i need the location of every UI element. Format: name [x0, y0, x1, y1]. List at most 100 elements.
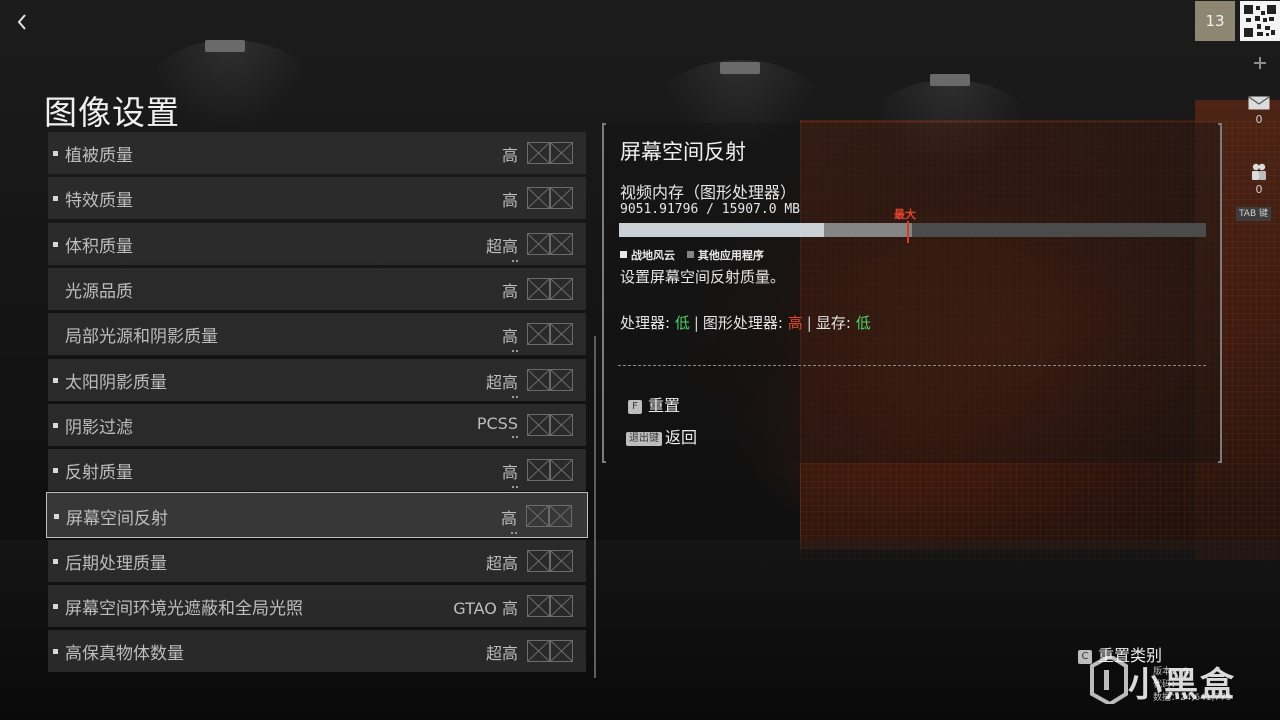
impact-vram-value: 低: [855, 314, 871, 332]
vram-legend: 战地风云 其他应用程序: [620, 247, 772, 263]
modified-indicator: [53, 468, 58, 474]
setting-label: 局部光源和阴影质量: [65, 327, 218, 348]
setting-arrows[interactable]: [527, 187, 573, 210]
setting-value: 高: [501, 146, 518, 165]
setting-value: PCSS: [477, 414, 518, 438]
vram-bar-game: [619, 223, 825, 237]
setting-value: 高: [501, 191, 518, 211]
modified-indicator: [53, 196, 58, 202]
setting-value: 超高: [486, 233, 518, 262]
detail-description: 设置屏幕空间反射质量。: [620, 268, 786, 286]
setting-row[interactable]: 光源品质 高: [48, 267, 586, 310]
watermark-text: 小黑盒: [1128, 665, 1236, 705]
vram-max-label: 最大: [894, 208, 916, 221]
setting-label: 光源品质: [65, 281, 133, 302]
setting-value: 超高: [485, 644, 518, 664]
setting-arrows[interactable]: [526, 505, 572, 528]
setting-label: 特效质量: [65, 191, 133, 212]
setting-arrows[interactable]: [527, 368, 573, 391]
mail-count: 0: [1255, 113, 1263, 126]
detail-bracket-left: [602, 123, 606, 463]
reset-button[interactable]: F 重置: [628, 392, 680, 416]
setting-row[interactable]: 后期处理质量 超高: [48, 539, 586, 582]
sub-setting-dots: [511, 532, 517, 535]
setting-row[interactable]: 屏幕空间环境光遮蔽和全局光照 GTAO 高: [48, 585, 586, 627]
background-lamp: [205, 40, 245, 52]
escape-key: 退出键: [626, 432, 662, 446]
modified-indicator: [53, 422, 58, 428]
modified-indicator: [53, 649, 58, 655]
modified-indicator: [53, 151, 58, 156]
impact-gpu-label: 图形处理器:: [702, 314, 783, 332]
performance-impact: 处理器: 低 | 图形处理器: 高 | 显存: 低: [620, 314, 871, 332]
vram-bar-other: [824, 223, 913, 237]
modified-indicator: [53, 241, 58, 247]
setting-label: 屏幕空间环境光遮蔽和全局光照: [65, 599, 303, 619]
scrollbar[interactable]: [594, 336, 596, 678]
return-button[interactable]: 退出键 返回: [626, 424, 697, 448]
background-lamp: [720, 62, 760, 74]
tab-key-hint: TAB 键: [1236, 207, 1271, 221]
setting-label: 高保真物体数量: [65, 644, 184, 665]
sub-setting-dots: [512, 259, 518, 262]
setting-row[interactable]: 反射质量 高: [48, 449, 586, 492]
setting-row[interactable]: 屏幕空间反射 高: [46, 492, 588, 539]
setting-arrows[interactable]: [527, 142, 573, 164]
setting-label: 后期处理质量: [65, 553, 167, 574]
setting-label: 植被质量: [65, 146, 133, 166]
legend-other: 其他应用程序: [686, 249, 764, 262]
detail-title: 屏幕空间反射: [620, 140, 746, 164]
mail-button[interactable]: 0: [1238, 96, 1280, 126]
setting-arrows[interactable]: [527, 459, 573, 482]
setting-row[interactable]: 局部光源和阴影质量 高: [48, 313, 586, 356]
setting-arrows[interactable]: [527, 277, 573, 300]
modified-indicator: [54, 514, 59, 520]
plus-icon[interactable]: [1252, 53, 1268, 73]
impact-gpu-value: 高: [787, 314, 803, 332]
sub-setting-dots: [512, 486, 518, 489]
setting-row[interactable]: 太阳阴影质量 超高: [48, 358, 586, 401]
setting-arrows[interactable]: [527, 595, 573, 617]
setting-label: 屏幕空间反射: [66, 509, 168, 530]
setting-arrows[interactable]: [527, 323, 573, 346]
vram-label: 视频内存（图形处理器）: [620, 183, 797, 202]
setting-row[interactable]: 体积质量 超高: [48, 222, 586, 265]
mail-icon: [1248, 96, 1270, 110]
setting-row[interactable]: 特效质量 高: [48, 177, 586, 220]
setting-value: 高: [502, 459, 518, 489]
impact-cpu-label: 处理器:: [620, 314, 671, 332]
vram-max-marker: [906, 221, 909, 243]
qr-code-icon[interactable]: [1240, 1, 1280, 41]
modified-indicator: [53, 604, 58, 609]
back-button[interactable]: [10, 8, 34, 36]
sub-setting-dots: [512, 395, 518, 398]
modified-indicator: [53, 558, 58, 564]
detail-bracket-right: [1218, 123, 1222, 463]
page-title: 图像设置: [44, 93, 180, 132]
chevron-left-icon: [17, 14, 26, 30]
vram-value: 9051.91796 / 15907.0 MB: [620, 202, 801, 217]
return-label: 返回: [665, 428, 698, 447]
sub-setting-dots: [512, 435, 518, 438]
squad-button[interactable]: 0: [1238, 162, 1280, 196]
setting-value: 高: [501, 281, 518, 301]
setting-label: 太阳阴影质量: [65, 372, 167, 393]
squad-count: 0: [1255, 183, 1263, 196]
setting-row[interactable]: 高保真物体数量 超高: [48, 630, 586, 673]
setting-row[interactable]: 阴影过滤 PCSS: [48, 403, 586, 446]
setting-arrows[interactable]: [527, 640, 573, 663]
setting-arrows[interactable]: [527, 549, 573, 572]
squad-icon: [1252, 163, 1266, 180]
impact-cpu-value: 低: [674, 314, 690, 332]
setting-value: 高: [501, 505, 517, 535]
sub-setting-dots: [512, 350, 518, 353]
setting-arrows[interactable]: [527, 232, 573, 255]
setting-label: 反射质量: [65, 463, 133, 484]
setting-row[interactable]: 植被质量 高: [48, 132, 586, 174]
setting-label: 体积质量: [65, 236, 133, 257]
vram-bar: [619, 223, 1206, 237]
detail-panel-background: [602, 123, 1222, 463]
setting-arrows[interactable]: [527, 413, 573, 436]
setting-value: 超高: [485, 553, 518, 573]
level-badge[interactable]: 13: [1195, 1, 1235, 41]
